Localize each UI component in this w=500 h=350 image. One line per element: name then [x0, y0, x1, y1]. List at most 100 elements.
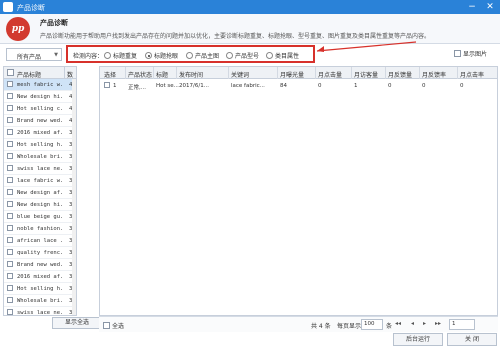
- list-item[interactable]: 2016 mixed af...3: [4, 271, 76, 283]
- row-checkbox[interactable]: [104, 82, 110, 88]
- checkbox-icon[interactable]: [7, 261, 13, 267]
- product-title: 2016 mixed af...: [17, 130, 63, 136]
- col-visitors-header[interactable]: 月访客量: [354, 70, 378, 79]
- list-item[interactable]: african lace ...3: [4, 235, 76, 247]
- list-item[interactable]: noble fashion...3: [4, 223, 76, 235]
- checkbox-icon[interactable]: [7, 273, 13, 279]
- show-all-button[interactable]: 显示全选: [52, 317, 102, 329]
- col-status-cell: 正常,...: [128, 85, 146, 91]
- first-page-icon[interactable]: ◂◂: [395, 320, 401, 327]
- col-impressions-header[interactable]: 月曝光量: [280, 70, 304, 79]
- run-background-button[interactable]: 后台运行: [393, 333, 443, 346]
- radio-label: 标题抢眼: [154, 53, 179, 60]
- col-status-header[interactable]: 产品状态: [128, 70, 152, 79]
- grid-header: 选择 产品状态 标题 发布时间 关键词 月曝光量 月点击量 月访客量 月反馈量 月反馈率 月点击率: [100, 67, 497, 79]
- col-click-rate-header[interactable]: 月点击率: [460, 70, 484, 79]
- checkbox-icon[interactable]: [7, 297, 13, 303]
- list-item[interactable]: mesh fabric w...4: [4, 79, 76, 91]
- checkbox-icon[interactable]: [7, 165, 13, 171]
- checkbox-icon[interactable]: [7, 129, 13, 135]
- minimize-icon[interactable]: −: [465, 1, 479, 13]
- checkbox-icon[interactable]: [7, 201, 13, 207]
- table-row[interactable]: 1 正常,... Hot se... 2017/6/1... lace fabric..…: [100, 80, 497, 92]
- column-divider: [176, 67, 177, 79]
- list-item[interactable]: New design hi...4: [4, 91, 76, 103]
- col-feedback-rate-header[interactable]: 月反馈率: [422, 70, 446, 79]
- last-page-icon[interactable]: ▸▸: [435, 320, 441, 327]
- radio-main-image[interactable]: 产品主图: [186, 51, 219, 60]
- per-page-select[interactable]: 100: [361, 319, 383, 330]
- show-image-toggle[interactable]: 显示图片: [454, 49, 487, 58]
- list-item[interactable]: blue beige gu...3: [4, 211, 76, 223]
- list-item[interactable]: Wholesale bri...3: [4, 151, 76, 163]
- column-divider: [228, 67, 229, 79]
- product-title: Wholesale bri...: [17, 154, 63, 160]
- scrollbar[interactable]: [72, 79, 76, 315]
- list-item[interactable]: 2016 mixed af...3: [4, 127, 76, 139]
- radio-icon: [226, 52, 233, 59]
- checkbox-icon[interactable]: [7, 93, 13, 99]
- checkbox-icon[interactable]: [7, 189, 13, 195]
- col-title-header[interactable]: 标题: [156, 70, 168, 79]
- col-feedback-header[interactable]: 月反馈量: [388, 70, 412, 79]
- checkbox-icon[interactable]: [7, 105, 13, 111]
- col-publish-time-header[interactable]: 发布时间: [179, 70, 203, 79]
- checkbox-icon[interactable]: [7, 141, 13, 147]
- col-keyword-header[interactable]: 关键词: [231, 70, 249, 79]
- radio-icon: [266, 52, 273, 59]
- column-header-count: 数: [67, 72, 74, 79]
- list-item[interactable]: Hot selling h...3: [4, 139, 76, 151]
- product-filter-value: 所有产品: [17, 54, 42, 61]
- close-icon[interactable]: ✕: [483, 1, 497, 13]
- list-item[interactable]: swiss lace ne...3: [4, 307, 76, 316]
- pagination-bar: 全选 共 4 条 每页显示 100 条 ◂◂ ◂ ▸ ▸▸ 1: [99, 316, 498, 332]
- product-title: african lace ...: [17, 238, 63, 244]
- product-title: noble fashion...: [17, 226, 63, 232]
- info-heading: 产品诊断: [40, 19, 68, 27]
- checkbox-icon: [103, 322, 110, 329]
- radio-model[interactable]: 产品型号: [226, 51, 259, 60]
- product-title: Hot selling h...: [17, 286, 63, 292]
- next-page-icon[interactable]: ▸: [423, 320, 426, 327]
- col-clicks-header[interactable]: 月点击量: [318, 70, 342, 79]
- radio-icon: [186, 52, 193, 59]
- list-item[interactable]: quality frenc...3: [4, 247, 76, 259]
- checkbox-icon[interactable]: [7, 249, 13, 255]
- checkbox-icon[interactable]: [7, 285, 13, 291]
- total-count: 共 4 条: [311, 323, 331, 330]
- checkbox-icon[interactable]: [7, 81, 13, 87]
- checkbox-icon[interactable]: [7, 237, 13, 243]
- checkbox-icon[interactable]: [7, 213, 13, 219]
- select-all-checkbox[interactable]: [7, 69, 14, 76]
- list-item[interactable]: Brand new wed...3: [4, 259, 76, 271]
- list-item[interactable]: New design af...3: [4, 187, 76, 199]
- list-item[interactable]: New design hi...3: [4, 199, 76, 211]
- col-clicks-cell: 0: [318, 83, 322, 89]
- list-item[interactable]: lace fabric w...3: [4, 175, 76, 187]
- list-item[interactable]: Brand new wed...4: [4, 115, 76, 127]
- product-title: swiss lace ne...: [17, 310, 63, 316]
- radio-category-attr[interactable]: 类目属性: [266, 51, 299, 60]
- prev-page-icon[interactable]: ◂: [411, 320, 414, 327]
- close-button[interactable]: 关 闭: [447, 333, 497, 346]
- col-select-header[interactable]: 选择: [104, 70, 116, 79]
- checkbox-icon[interactable]: [7, 225, 13, 231]
- radio-title-catchy[interactable]: 标题抢眼: [145, 51, 178, 60]
- checkbox-icon[interactable]: [7, 309, 13, 315]
- list-item[interactable]: Hot selling c...4: [4, 103, 76, 115]
- col-select-cell: 1: [113, 83, 117, 89]
- logo: pp: [6, 17, 30, 41]
- checkbox-icon[interactable]: [7, 153, 13, 159]
- list-item[interactable]: Hot selling h...3: [4, 283, 76, 295]
- checkbox-icon[interactable]: [7, 117, 13, 123]
- radio-title-duplicate[interactable]: 标题重复: [104, 51, 137, 60]
- checkbox-icon[interactable]: [7, 177, 13, 183]
- list-item[interactable]: Wholesale bri...3: [4, 295, 76, 307]
- list-item[interactable]: swiss lace ne...3: [4, 163, 76, 175]
- column-divider: [64, 67, 65, 79]
- page-number-input[interactable]: 1: [449, 319, 475, 330]
- per-page-label: 每页显示: [337, 323, 362, 330]
- product-title: lace fabric w...: [17, 178, 63, 184]
- product-filter-select[interactable]: 所有产品 ▼: [6, 48, 62, 61]
- select-all-toggle[interactable]: 全选: [103, 321, 124, 330]
